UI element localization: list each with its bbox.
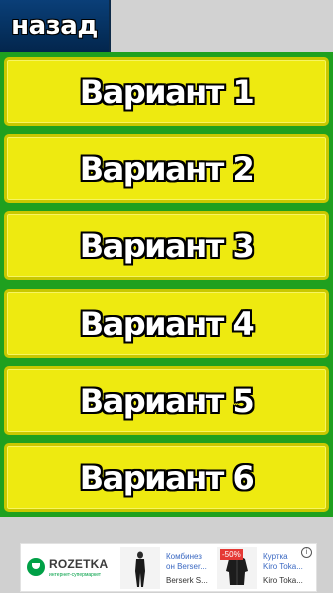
info-icon[interactable]: i [301,547,312,558]
option-button-5[interactable]: Вариант 5 [4,366,329,435]
product-subtitle: Berserk S... [166,576,208,585]
option-label: Вариант 4 [79,304,255,343]
option-button-6[interactable]: Вариант 6 [4,443,329,512]
option-label: Вариант 6 [79,458,255,497]
product-title-line-2: Kiro Toka... [263,562,303,571]
ad-brand-name: ROZETKA [49,557,109,571]
product-thumbnail: -50% [217,547,257,589]
product-thumbnail [120,547,160,589]
product-title-line-1: Комбинез [166,552,202,561]
top-bar: назад [0,0,333,52]
product-title-line-2: он Berser... [166,562,207,571]
back-button[interactable]: назад [0,0,111,52]
ad-product-card[interactable]: Комбинез он Berser... Berserk S... [120,547,210,589]
product-subtitle: Kiro Toka... [263,576,303,585]
rozetka-logo-icon [27,558,45,576]
option-label: Вариант 2 [79,149,255,188]
discount-badge: -50% [220,549,243,560]
ad-banner[interactable]: ROZETKA интернет-супермаркет Комбинез он… [20,543,317,592]
ad-product-card[interactable]: -50% Куртка Kiro Toka... Kiro Toka... [217,547,307,589]
ad-brand[interactable]: ROZETKA интернет-супермаркет [27,554,117,584]
options-panel: Вариант 1 Вариант 2 Вариант 3 Вариант 4 … [0,52,333,517]
option-label: Вариант 1 [79,72,255,111]
option-label: Вариант 5 [79,381,255,420]
option-button-4[interactable]: Вариант 4 [4,289,329,358]
ad-brand-tagline: интернет-супермаркет [49,572,102,578]
option-button-3[interactable]: Вариант 3 [4,211,329,280]
option-button-2[interactable]: Вариант 2 [4,134,329,203]
option-label: Вариант 3 [79,226,255,265]
option-button-1[interactable]: Вариант 1 [4,57,329,126]
